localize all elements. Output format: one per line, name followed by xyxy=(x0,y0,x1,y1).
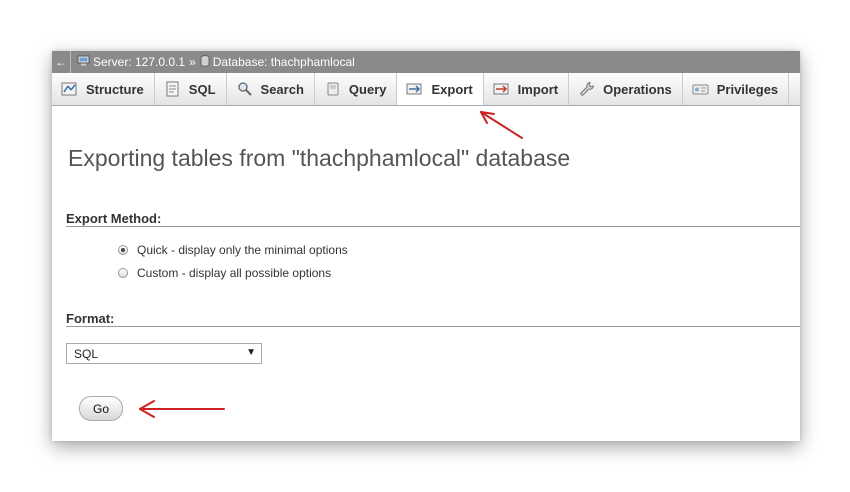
tab-import[interactable]: Import xyxy=(484,73,570,105)
tab-query-label: Query xyxy=(348,81,387,97)
breadcrumb-separator: » xyxy=(189,55,196,69)
query-icon xyxy=(323,81,343,97)
tab-export[interactable]: Export xyxy=(397,73,484,105)
go-button[interactable]: Go xyxy=(79,396,123,421)
format-select-value: SQL xyxy=(74,346,99,361)
format-label: Format: xyxy=(66,311,115,326)
server-icon xyxy=(77,55,90,69)
breadcrumb-server[interactable]: Server: 127.0.0.1 xyxy=(77,55,185,69)
tab-privileges-label: Privileges xyxy=(716,81,779,97)
custom-radio[interactable] xyxy=(118,268,128,278)
privileges-icon xyxy=(691,81,711,97)
import-icon xyxy=(492,81,512,97)
tab-privileges[interactable]: Privileges xyxy=(683,73,790,105)
tab-query[interactable]: Query xyxy=(315,73,398,105)
quick-option-label: Quick - display only the minimal options xyxy=(137,243,348,257)
tab-bar: Structure SQL Search Query Export Import… xyxy=(52,73,800,106)
sql-icon xyxy=(163,81,183,97)
breadcrumb: ← Server: 127.0.0.1 » Database: thachpha… xyxy=(52,51,800,73)
format-divider xyxy=(66,326,800,327)
tab-structure[interactable]: Structure xyxy=(52,73,155,105)
export-method-divider xyxy=(66,226,800,227)
back-arrow-icon[interactable]: ← xyxy=(52,51,71,73)
wrench-icon xyxy=(577,81,597,97)
option-quick[interactable]: Quick - display only the minimal options xyxy=(118,243,348,257)
export-icon xyxy=(405,81,425,97)
page-title: Exporting tables from "thachphamlocal" d… xyxy=(68,145,571,171)
phpmyadmin-window: ← Server: 127.0.0.1 » Database: thachpha… xyxy=(52,51,800,441)
export-method-label: Export Method: xyxy=(66,211,162,226)
quick-radio[interactable] xyxy=(118,245,128,255)
breadcrumb-database[interactable]: Database: thachphamlocal xyxy=(200,54,355,70)
database-icon xyxy=(200,54,210,70)
structure-icon xyxy=(60,81,80,97)
tab-sql[interactable]: SQL xyxy=(155,73,227,105)
custom-option-label: Custom - display all possible options xyxy=(137,266,332,280)
breadcrumb-database-label: Database: thachphamlocal xyxy=(212,55,355,69)
option-custom[interactable]: Custom - display all possible options xyxy=(118,266,331,280)
tab-search[interactable]: Search xyxy=(227,73,315,105)
search-icon xyxy=(235,81,255,97)
tab-search-label: Search xyxy=(260,81,304,97)
chevron-down-icon: ▼ xyxy=(246,347,256,358)
tab-import-label: Import xyxy=(517,81,559,97)
tab-export-label: Export xyxy=(431,81,473,97)
tab-operations-label: Operations xyxy=(603,81,672,97)
format-select[interactable]: SQL ▼ xyxy=(66,343,262,364)
tab-operations[interactable]: Operations xyxy=(569,73,683,105)
tab-sql-label: SQL xyxy=(188,81,216,97)
tab-structure-label: Structure xyxy=(86,81,144,97)
breadcrumb-server-label: Server: 127.0.0.1 xyxy=(93,55,186,69)
